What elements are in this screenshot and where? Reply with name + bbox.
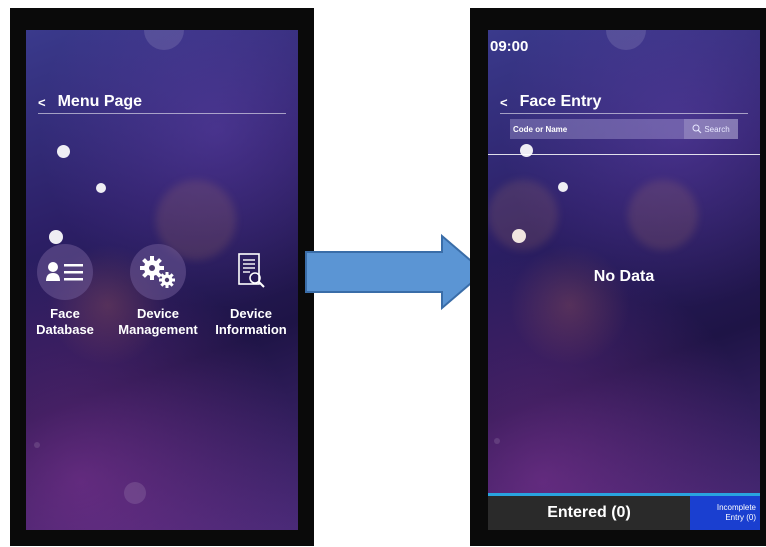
menu-item-label: Device Information xyxy=(215,306,287,337)
page-title: Menu Page xyxy=(57,93,143,110)
bokeh-dot xyxy=(124,482,146,504)
bokeh-dot xyxy=(96,183,106,193)
bokeh-glow xyxy=(628,180,698,250)
menu-device-frame: < Menu Page Face Database Device Managem… xyxy=(10,8,314,546)
clock: 09:00 xyxy=(490,38,529,55)
page-title: Face Entry xyxy=(519,93,602,110)
bokeh-dot xyxy=(49,230,63,244)
menu-screen: < Menu Page Face Database Device Managem… xyxy=(26,30,298,530)
gears-icon xyxy=(130,244,186,300)
face-database-button[interactable]: Face Database xyxy=(26,244,110,338)
bokeh-dot xyxy=(144,30,184,50)
search-bar: Search xyxy=(510,119,738,139)
menu-page-header: < Menu Page xyxy=(38,91,286,114)
tab-entered[interactable]: Entered (0) xyxy=(488,496,690,530)
face-entry-screen: 09:00 < Face Entry Search No Data Entere… xyxy=(488,30,760,530)
bokeh-glow xyxy=(488,180,558,250)
back-icon[interactable]: < xyxy=(38,95,46,110)
bokeh-dot xyxy=(57,145,70,158)
empty-state-message: No Data xyxy=(593,268,655,285)
bokeh-dot xyxy=(520,144,533,157)
face-entry-device-frame: 09:00 < Face Entry Search No Data Entere… xyxy=(470,8,766,546)
search-button[interactable]: Search xyxy=(684,119,738,139)
search-input[interactable] xyxy=(510,123,684,135)
device-information-button[interactable]: Device Information xyxy=(206,244,296,338)
back-icon[interactable]: < xyxy=(500,95,508,110)
divider xyxy=(488,154,760,155)
right-arrow-icon xyxy=(305,233,486,311)
bokeh-dot xyxy=(606,30,646,50)
menu-item-label: Face Database xyxy=(36,306,94,337)
menu-item-label: Device Management xyxy=(118,306,198,337)
tab-incomplete-entry[interactable]: Incomplete Entry (0) xyxy=(690,496,760,530)
device-management-button[interactable]: Device Management xyxy=(113,244,203,338)
bokeh-dot xyxy=(494,438,500,444)
face-entry-header: < Face Entry xyxy=(500,91,748,114)
search-icon xyxy=(692,124,702,134)
document-search-icon xyxy=(223,244,279,300)
bokeh-dot xyxy=(34,442,40,448)
search-button-label: Search xyxy=(704,124,730,134)
id-card-icon xyxy=(37,244,93,300)
bokeh-dot xyxy=(558,182,568,192)
